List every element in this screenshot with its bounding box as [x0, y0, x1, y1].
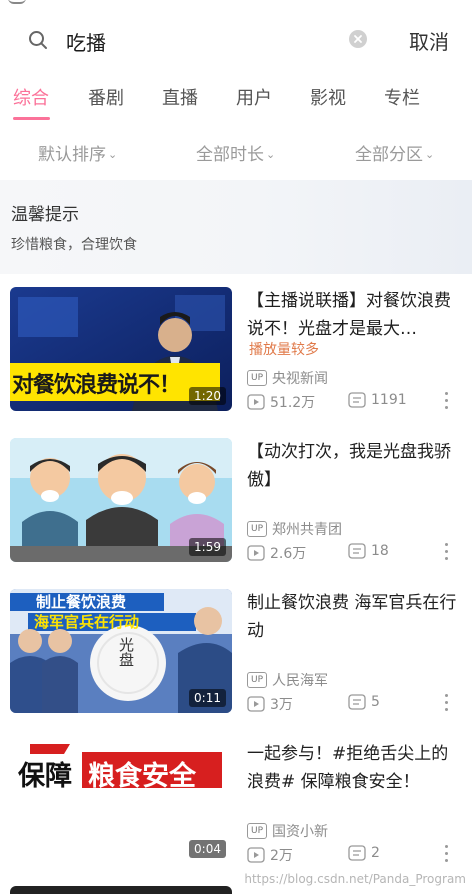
view-count: 2万	[247, 845, 293, 865]
search-tabs: 综合 番剧 直播 用户 影视 专栏	[0, 72, 472, 120]
view-count-value: 2万	[270, 848, 293, 864]
filter-sort-label: 默认排序	[38, 145, 106, 165]
tab-film[interactable]: 影视	[310, 84, 346, 110]
next-video-thumbnail-edge	[10, 886, 232, 894]
thumbnail-caption-1: 制止餐饮浪费	[36, 593, 127, 611]
thumbnail-caption: 对餐饮浪费说不！	[12, 373, 181, 398]
tab-bangumi[interactable]: 番剧	[88, 84, 124, 110]
view-count-value: 2.6万	[270, 546, 307, 562]
filter-duration-label: 全部时长	[196, 145, 264, 165]
comment-count-value: 2	[371, 845, 380, 861]
filter-category-label: 全部分区	[355, 145, 423, 165]
tab-users[interactable]: 用户	[236, 84, 272, 110]
video-duration: 1:20	[189, 387, 226, 405]
chevron-down-icon: ⌄	[108, 148, 118, 161]
uploader[interactable]: UP 央视新闻	[247, 368, 328, 388]
filter-category[interactable]: 全部分区 ⌄	[355, 140, 434, 165]
up-icon: UP	[247, 521, 267, 537]
video-card[interactable]: 保障 粮食安全 0:04 一起参与！#拒绝舌尖上的浪费# 保障粮食安全！ UP 国…	[0, 740, 472, 874]
comment-count: 5	[348, 694, 380, 710]
comment-count-value: 5	[371, 694, 380, 710]
play-icon	[247, 847, 265, 863]
filter-duration[interactable]: 全部时长 ⌄	[196, 140, 275, 165]
video-duration: 1:59	[189, 538, 226, 556]
up-icon: UP	[247, 672, 267, 688]
search-input[interactable]: 吃播	[66, 27, 106, 56]
tip-subtitle: 珍惜粮食，合理饮食	[11, 237, 137, 253]
more-icon[interactable]	[444, 392, 450, 412]
video-duration: 0:04	[189, 840, 226, 858]
filter-bar: 默认排序 ⌄ 全部时长 ⌄ 全部分区 ⌄	[0, 126, 472, 174]
video-thumbnail[interactable]: 保障 粮食安全 0:04	[10, 740, 232, 864]
video-thumbnail[interactable]: 1:59	[10, 438, 232, 562]
play-icon	[247, 696, 265, 712]
more-icon[interactable]	[444, 845, 450, 865]
video-duration: 0:11	[189, 689, 226, 707]
comment-icon	[348, 694, 366, 710]
uploader-name: 央视新闻	[272, 371, 328, 387]
uploader-name: 国资小新	[272, 824, 328, 840]
clear-icon[interactable]	[349, 30, 367, 48]
view-count: 3万	[247, 694, 293, 714]
comment-count: 1191	[348, 392, 407, 408]
video-title[interactable]: 制止餐饮浪费 海军官兵在行动	[247, 589, 457, 645]
play-icon	[247, 394, 265, 410]
comment-count-value: 18	[371, 543, 389, 559]
comment-icon	[348, 392, 366, 408]
view-count-value: 51.2万	[270, 395, 316, 411]
more-icon[interactable]	[444, 694, 450, 714]
tip-banner: 温馨提示 珍惜粮食，合理饮食	[0, 180, 472, 274]
video-title[interactable]: 一起参与！#拒绝舌尖上的浪费# 保障粮食安全！	[247, 740, 457, 796]
uploader-name: 人民海军	[272, 673, 328, 689]
thumbnail-plate-text: 光盘	[117, 637, 135, 667]
uploader[interactable]: UP 郑州共青团	[247, 519, 342, 539]
play-icon	[247, 545, 265, 561]
video-card[interactable]: 1:59 【动次打次，我是光盘我骄傲】 UP 郑州共青团 2.6万 18	[0, 438, 472, 572]
comment-icon	[348, 543, 366, 559]
comment-count-value: 1191	[371, 392, 407, 408]
video-title[interactable]: 【动次打次，我是光盘我骄傲】	[247, 438, 457, 494]
search-icon	[29, 31, 47, 49]
view-count: 2.6万	[247, 543, 306, 563]
video-title[interactable]: 【主播说联播】对餐饮浪费说不！光盘才是最大…	[247, 287, 457, 343]
tab-comprehensive[interactable]: 综合	[13, 84, 49, 110]
tip-title: 温馨提示	[11, 205, 79, 225]
thumbnail-caption-2: 粮食安全	[88, 761, 196, 792]
filter-sort[interactable]: 默认排序 ⌄	[38, 140, 117, 165]
uploader-name: 郑州共青团	[272, 522, 342, 538]
video-card[interactable]: 对餐饮浪费说不！ 1:20 【主播说联播】对餐饮浪费说不！光盘才是最大… 播放量…	[0, 287, 472, 421]
view-count: 51.2万	[247, 392, 315, 412]
tab-column[interactable]: 专栏	[384, 84, 420, 110]
tab-active-indicator	[13, 117, 50, 120]
play-count-badge: 播放量较多	[249, 342, 319, 358]
up-icon: UP	[247, 370, 267, 386]
thumbnail-caption-1: 保障	[18, 761, 72, 792]
comment-count: 2	[348, 845, 380, 861]
search-bar: 吃播 取消	[0, 14, 472, 66]
up-icon: UP	[247, 823, 267, 839]
cancel-button[interactable]: 取消	[409, 26, 449, 55]
comment-icon	[348, 845, 366, 861]
status-bar-edge	[0, 0, 472, 6]
view-count-value: 3万	[270, 697, 293, 713]
comment-count: 18	[348, 543, 389, 559]
more-icon[interactable]	[444, 543, 450, 563]
uploader[interactable]: UP 人民海军	[247, 670, 328, 690]
thumbnail-caption-2: 海军官兵在行动	[34, 613, 140, 631]
video-thumbnail[interactable]: 制止餐饮浪费 海军官兵在行动 光盘 0:11	[10, 589, 232, 713]
chevron-down-icon: ⌄	[266, 148, 276, 161]
watermark: https://blog.csdn.net/Panda_Program	[244, 872, 466, 886]
chevron-down-icon: ⌄	[425, 148, 435, 161]
video-thumbnail[interactable]: 对餐饮浪费说不！ 1:20	[10, 287, 232, 411]
uploader[interactable]: UP 国资小新	[247, 821, 328, 841]
video-card[interactable]: 制止餐饮浪费 海军官兵在行动 光盘 0:11 制止餐饮浪费 海军官兵在行动 UP…	[0, 589, 472, 723]
tab-live[interactable]: 直播	[162, 84, 198, 110]
